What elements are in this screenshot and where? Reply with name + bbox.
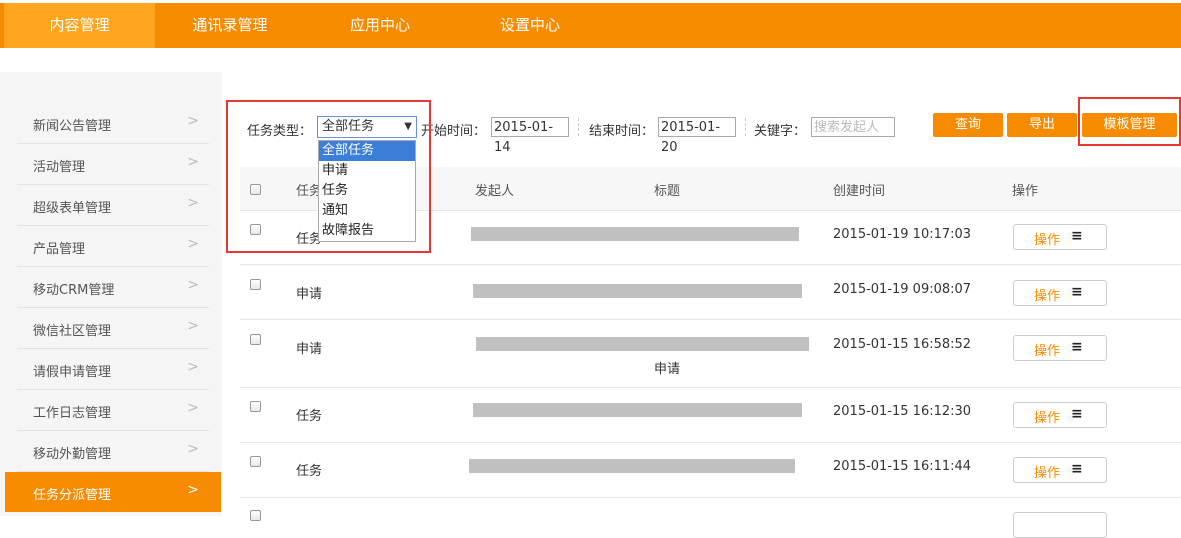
title-cell: 申请 [654, 362, 681, 377]
row-operation-button[interactable]: 操作 ≡ [1013, 402, 1107, 428]
query-button[interactable]: 查询 [933, 113, 1003, 137]
task-type-cell: 申请 [296, 342, 323, 357]
row-divider [240, 319, 1181, 320]
operation-label: 操作 [1034, 411, 1061, 426]
row-divider [240, 497, 1181, 498]
sidebar-item-task-dispatch[interactable]: 任务分派管理 > [5, 472, 221, 512]
operation-label: 操作 [1034, 466, 1061, 481]
menu-icon: ≡ [1071, 228, 1083, 244]
redacted-content [476, 337, 809, 351]
top-nav: 内容管理 通讯录管理 应用中心 设置中心 [0, 3, 1181, 48]
row-operation-button[interactable]: 操作 ≡ [1013, 335, 1107, 361]
row-checkbox[interactable] [250, 334, 261, 345]
redacted-content [469, 459, 795, 473]
keyword-label: 关键字： [754, 124, 807, 139]
operation-label: 操作 [1034, 344, 1061, 359]
task-type-cell: 申请 [296, 287, 323, 302]
nav-spacer [0, 48, 1181, 72]
filter-separator [578, 118, 580, 136]
row-checkbox[interactable] [250, 401, 261, 412]
chevron-right-icon: > [187, 154, 199, 170]
sidebar-item-field[interactable]: 移动外勤管理 > [17, 431, 209, 472]
sidebar-item-worklog[interactable]: 工作日志管理 > [17, 390, 209, 431]
chevron-right-icon: > [187, 359, 199, 375]
export-button[interactable]: 导出 [1007, 113, 1077, 137]
created-time-cell: 2015-01-15 16:11:44 [833, 459, 972, 474]
sidebar-item-label: 移动外勤管理 [33, 447, 112, 462]
menu-icon: ≡ [1071, 284, 1083, 300]
chevron-right-icon: > [187, 441, 199, 457]
tab-contacts-management[interactable]: 通讯录管理 [155, 3, 305, 48]
sidebar-item-label: 超级表单管理 [33, 201, 112, 216]
highlight-box-template-button [1078, 97, 1181, 146]
created-time-cell: 2015-01-15 16:12:30 [833, 404, 972, 419]
sidebar-item-label: 请假申请管理 [33, 365, 112, 380]
row-operation-button[interactable]: 操作 ≡ [1013, 457, 1107, 483]
task-type-cell: 任务 [296, 464, 323, 479]
sidebar: 新闻公告管理 > 活动管理 > 超级表单管理 > 产品管理 > 移动CRM管理 > 微信社… [5, 72, 221, 516]
row-divider [240, 264, 1181, 265]
chevron-right-icon: > [187, 400, 199, 416]
end-date-input[interactable]: 2015-01-20 [658, 117, 736, 155]
operation-label: 操作 [1034, 233, 1061, 248]
redacted-content [473, 403, 802, 417]
column-header-title: 标题 [654, 184, 681, 199]
sidebar-item-news[interactable]: 新闻公告管理 > [17, 103, 209, 144]
chevron-right-icon: > [187, 195, 199, 211]
tab-settings-center[interactable]: 设置中心 [455, 3, 605, 48]
sidebar-item-super-form[interactable]: 超级表单管理 > [17, 185, 209, 226]
row-divider [240, 442, 1181, 443]
redacted-content [471, 227, 799, 241]
chevron-right-icon: > [187, 113, 199, 129]
keyword-search-input[interactable]: 搜索发起人 [811, 117, 895, 137]
row-checkbox[interactable] [250, 456, 261, 467]
chevron-right-icon: > [187, 318, 199, 334]
sidebar-item-wechat[interactable]: 微信社区管理 > [17, 308, 209, 349]
end-time-label: 结束时间： [589, 124, 655, 139]
start-date-input[interactable]: 2015-01-14 [491, 117, 569, 155]
sidebar-item-label: 工作日志管理 [33, 406, 112, 421]
menu-icon: ≡ [1071, 406, 1083, 422]
highlight-box-filter [226, 100, 431, 253]
sidebar-item-leave[interactable]: 请假申请管理 > [17, 349, 209, 390]
tab-content-management[interactable]: 内容管理 [4, 3, 155, 48]
chevron-right-icon: > [187, 277, 199, 293]
created-time-cell: 2015-01-15 16:58:52 [833, 337, 972, 352]
sidebar-item-label: 新闻公告管理 [33, 119, 112, 134]
column-header-created-time: 创建时间 [833, 184, 886, 199]
created-time-cell: 2015-01-19 09:08:07 [833, 282, 972, 297]
column-header-operation: 操作 [1012, 184, 1039, 199]
created-time-cell: 2015-01-19 10:17:03 [833, 227, 972, 242]
tab-app-center[interactable]: 应用中心 [305, 3, 455, 48]
chevron-right-icon: > [187, 236, 199, 252]
menu-icon: ≡ [1071, 339, 1083, 355]
sidebar-item-product[interactable]: 产品管理 > [17, 226, 209, 267]
sidebar-item-crm[interactable]: 移动CRM管理 > [17, 267, 209, 308]
row-checkbox[interactable] [250, 279, 261, 290]
redacted-content [473, 284, 802, 298]
sidebar-item-label: 任务分派管理 [33, 488, 112, 503]
row-divider [240, 387, 1181, 388]
column-header-initiator: 发起人 [475, 184, 515, 199]
chevron-right-icon: > [187, 482, 199, 498]
sidebar-item-label: 移动CRM管理 [33, 283, 115, 298]
task-type-cell: 任务 [296, 409, 323, 424]
row-operation-button[interactable]: 操作 ≡ [1013, 280, 1107, 306]
sidebar-item-label: 微信社区管理 [33, 324, 112, 339]
filter-separator [745, 118, 747, 136]
operation-label: 操作 [1034, 289, 1061, 304]
sidebar-item-label: 活动管理 [33, 160, 86, 175]
sidebar-item-label: 产品管理 [33, 242, 86, 257]
menu-icon: ≡ [1071, 461, 1083, 477]
row-operation-button[interactable]: 操作 ≡ [1013, 224, 1107, 250]
sidebar-item-activity[interactable]: 活动管理 > [17, 144, 209, 185]
